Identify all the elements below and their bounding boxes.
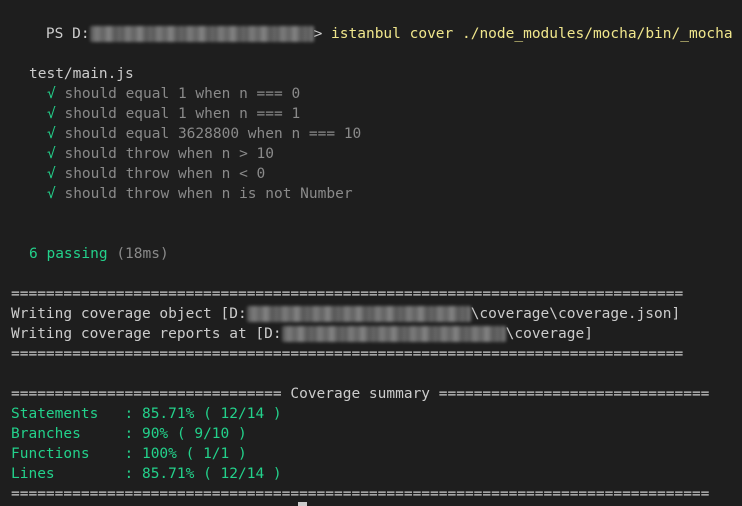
- writing-reports-prefix: Writing coverage reports at [D:: [11, 326, 282, 342]
- coverage-row-lines: Lines : 85.71% ( 12/14 ): [11, 464, 282, 484]
- header-rule-left: ===============================: [11, 386, 291, 402]
- test-title: should throw when n < 0: [64, 166, 266, 182]
- test-item: √ should throw when n < 0: [47, 164, 265, 184]
- test-item: √ should equal 1 when n === 1: [47, 104, 300, 124]
- check-icon: √: [47, 186, 56, 202]
- writing-reports-suffix: \coverage]: [505, 326, 593, 342]
- coverage-sep: :: [124, 426, 142, 442]
- check-icon: √: [47, 86, 56, 102]
- coverage-value: 90% ( 9/10 ): [141, 426, 247, 442]
- passing-duration: (18ms): [116, 246, 169, 262]
- check-icon: √: [47, 106, 56, 122]
- check-icon: √: [47, 146, 56, 162]
- coverage-value: 100% ( 1/1 ): [141, 446, 247, 462]
- coverage-value: 85.71% ( 12/14 ): [141, 466, 282, 482]
- writing-reports-line: Writing coverage reports at [D: \coverage…: [11, 324, 593, 344]
- redacted-path: [246, 306, 471, 322]
- writing-object-prefix: Writing coverage object [D:: [11, 306, 247, 322]
- header-rule-right: ===============================: [430, 386, 710, 402]
- check-icon: √: [47, 126, 56, 142]
- coverage-label: Statements: [11, 406, 125, 422]
- writing-object-line: Writing coverage object [D: \coverage\cov…: [11, 304, 680, 324]
- coverage-row-branches: Branches : 90% ( 9/10 ): [11, 424, 247, 444]
- coverage-row-statements: Statements : 85.71% ( 12/14 ): [11, 404, 282, 424]
- coverage-sep: :: [124, 466, 142, 482]
- coverage-sep: :: [124, 406, 142, 422]
- coverage-label: Functions: [11, 446, 125, 462]
- test-item: √ should equal 3628800 when n === 10: [47, 124, 361, 144]
- command-text: istanbul cover ./node_modules/mocha/bin/…: [331, 26, 733, 42]
- test-title: should equal 1 when n === 1: [64, 106, 301, 122]
- coverage-value: 85.71% ( 12/14 ): [141, 406, 282, 422]
- coverage-label: Branches: [11, 426, 125, 442]
- test-title: should equal 3628800 when n === 10: [64, 126, 362, 142]
- test-item: √ should throw when n is not Number: [47, 184, 353, 204]
- test-title: should equal 1 when n === 0: [64, 86, 301, 102]
- coverage-summary-title: Coverage summary: [290, 386, 431, 402]
- coverage-summary-footer: ========================================…: [11, 486, 710, 502]
- writing-object-suffix: \coverage\coverage.json]: [470, 306, 681, 322]
- redacted-path: [89, 26, 314, 42]
- test-title: should throw when n > 10: [64, 146, 274, 162]
- passing-count: 6 passing: [29, 246, 108, 262]
- suite-file: test/main.js: [29, 66, 134, 82]
- prompt-prefix: PS D:: [45, 26, 90, 42]
- test-item: √ should throw when n > 10: [47, 144, 274, 164]
- prompt-line: PS D: > istanbul cover ./node_modules/moc…: [11, 4, 733, 42]
- test-title: should throw when n is not Number: [64, 186, 353, 202]
- coverage-row-functions: Functions : 100% ( 1/1 ): [11, 444, 247, 464]
- passing-summary: 6 passing (18ms): [29, 244, 169, 264]
- coverage-summary-header: =============================== Coverage…: [11, 384, 709, 404]
- separator-line: ========================================…: [11, 286, 684, 302]
- coverage-sep: :: [124, 446, 142, 462]
- coverage-label: Lines: [11, 466, 125, 482]
- text-cursor: [298, 502, 307, 506]
- separator-line: ========================================…: [11, 346, 684, 362]
- test-item: √ should equal 1 when n === 0: [47, 84, 300, 104]
- redacted-path: [281, 326, 506, 342]
- terminal-window[interactable]: PS D: > istanbul cover ./node_modules/moc…: [0, 0, 742, 506]
- prompt-suffix: >: [313, 26, 332, 42]
- check-icon: √: [47, 166, 56, 182]
